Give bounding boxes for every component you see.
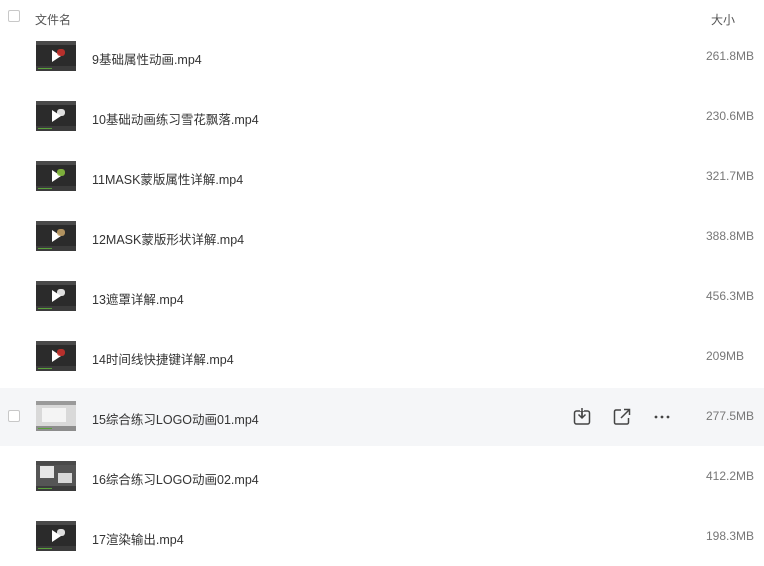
- file-row[interactable]: 16综合练习LOGO动画02.mp4 412.2MB: [0, 448, 764, 506]
- more-icon[interactable]: [650, 405, 674, 429]
- select-all-checkbox[interactable]: [8, 10, 20, 22]
- file-size: 230.6MB: [706, 109, 755, 123]
- video-thumbnail[interactable]: [36, 401, 76, 431]
- file-name[interactable]: 15综合练习LOGO动画01.mp4: [92, 409, 259, 428]
- file-name[interactable]: 11MASK蒙版属性详解.mp4: [92, 169, 243, 188]
- video-thumbnail[interactable]: [36, 161, 76, 191]
- file-row[interactable]: 15综合练习LOGO动画01.mp4 277.5MB: [0, 388, 764, 446]
- column-header-name[interactable]: 文件名: [35, 11, 71, 28]
- file-size: 261.8MB: [706, 49, 755, 63]
- file-size: 388.8MB: [706, 229, 755, 243]
- video-thumbnail[interactable]: [36, 41, 76, 71]
- file-size: 209MB: [706, 349, 745, 363]
- file-row[interactable]: 14时间线快捷键详解.mp4 209MB: [0, 328, 764, 386]
- video-thumbnail[interactable]: [36, 281, 76, 311]
- file-size: 277.5MB: [706, 409, 755, 423]
- file-row[interactable]: 13遮罩详解.mp4 456.3MB: [0, 268, 764, 326]
- file-size: 198.3MB: [706, 529, 755, 543]
- video-thumbnail[interactable]: [36, 101, 76, 131]
- file-name[interactable]: 17渲染输出.mp4: [92, 529, 184, 548]
- file-row[interactable]: 11MASK蒙版属性详解.mp4 321.7MB: [0, 148, 764, 206]
- file-name[interactable]: 14时间线快捷键详解.mp4: [92, 349, 234, 368]
- file-name[interactable]: 13遮罩详解.mp4: [92, 289, 184, 308]
- file-size: 321.7MB: [706, 169, 755, 183]
- file-name[interactable]: 10基础动画练习雪花飘落.mp4: [92, 109, 259, 128]
- download-icon[interactable]: [570, 405, 594, 429]
- column-header-size[interactable]: 大小: [711, 11, 735, 28]
- file-row[interactable]: 10基础动画练习雪花飘落.mp4 230.6MB: [0, 88, 764, 146]
- file-row[interactable]: 17渲染输出.mp4 198.3MB: [0, 508, 764, 566]
- file-name[interactable]: 16综合练习LOGO动画02.mp4: [92, 469, 259, 488]
- file-size: 412.2MB: [706, 469, 755, 483]
- row-checkbox[interactable]: [8, 410, 20, 422]
- video-thumbnail[interactable]: [36, 221, 76, 251]
- video-thumbnail[interactable]: [36, 521, 76, 551]
- share-icon[interactable]: [610, 405, 634, 429]
- video-thumbnail[interactable]: [36, 461, 76, 491]
- file-row[interactable]: 9基础属性动画.mp4 261.8MB: [0, 28, 764, 86]
- file-size: 456.3MB: [706, 289, 755, 303]
- file-name[interactable]: 12MASK蒙版形状详解.mp4: [92, 229, 244, 248]
- video-thumbnail[interactable]: [36, 341, 76, 371]
- file-row[interactable]: 12MASK蒙版形状详解.mp4 388.8MB: [0, 208, 764, 266]
- file-name[interactable]: 9基础属性动画.mp4: [92, 49, 202, 68]
